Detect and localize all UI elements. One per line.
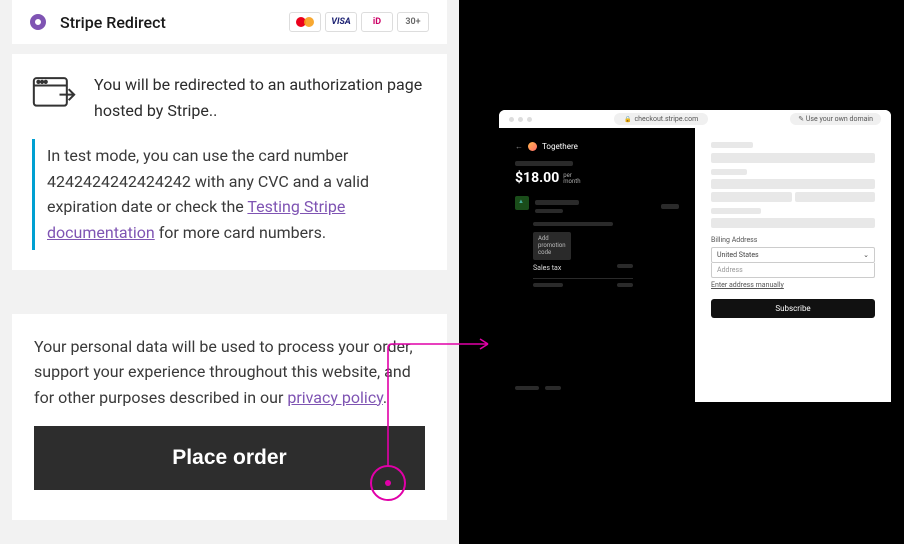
address-input[interactable]: Address — [711, 263, 875, 278]
radio-selected-icon — [30, 14, 46, 30]
url-text: checkout.stripe.com — [635, 115, 699, 123]
mastercard-icon — [289, 12, 321, 32]
subscribe-button[interactable]: Subscribe — [711, 299, 875, 318]
payment-method-title: Stripe Redirect — [60, 13, 166, 32]
more-brands-badge: 30+ — [397, 12, 429, 32]
address-bar: 🔒 checkout.stripe.com — [614, 113, 708, 125]
merchant-logo-icon — [528, 142, 537, 151]
browser-chrome: 🔒 checkout.stripe.com ✎ Use your own doma… — [499, 110, 891, 128]
traffic-lights-icon — [509, 117, 532, 122]
browser-preview: 🔒 checkout.stripe.com ✎ Use your own doma… — [499, 110, 891, 402]
redirect-info-card: You will be redirected to an authorizati… — [12, 54, 447, 270]
lock-icon: 🔒 — [624, 116, 631, 123]
checkout-form: Billing Address United States⌄ Address E… — [695, 128, 891, 402]
promo-code-button[interactable]: Add promotion code — [533, 232, 571, 260]
info-suffix: for more card numbers. — [155, 223, 326, 242]
stripe-preview-panel: 🔒 checkout.stripe.com ✎ Use your own doma… — [459, 0, 904, 544]
visa-icon: VISA — [325, 12, 357, 32]
redirect-message: You will be redirected to an authorizati… — [94, 72, 427, 123]
redirect-icon — [32, 72, 76, 110]
back-arrow-icon: ← — [515, 142, 523, 151]
privacy-suffix: . — [383, 388, 387, 407]
ideal-icon: iD — [361, 12, 393, 32]
billing-address-label: Billing Address — [711, 236, 875, 244]
product-thumb-icon — [515, 196, 529, 210]
chevron-down-icon: ⌄ — [863, 251, 869, 259]
sales-tax-label: Sales tax — [533, 264, 561, 272]
place-order-button[interactable]: Place order — [34, 426, 425, 490]
checkout-panel: Stripe Redirect VISA iD 30+ You will be … — [0, 0, 459, 544]
enter-manually-link[interactable]: Enter address manually — [711, 281, 875, 289]
card-brand-list: VISA iD 30+ — [289, 12, 429, 32]
merchant-name: Togethere — [542, 142, 578, 151]
country-select[interactable]: United States⌄ — [711, 247, 875, 263]
test-mode-info: In test mode, you can use the card numbe… — [32, 139, 427, 249]
own-domain-badge: ✎ Use your own domain — [790, 113, 881, 125]
payment-method-stripe[interactable]: Stripe Redirect VISA iD 30+ — [12, 0, 447, 44]
privacy-policy-link[interactable]: privacy policy — [287, 388, 383, 407]
checkout-summary: ← Togethere $18.00 permonth — [499, 128, 695, 402]
price-amount: $18.00 — [515, 170, 559, 186]
privacy-section: Your personal data will be used to proce… — [12, 314, 447, 521]
